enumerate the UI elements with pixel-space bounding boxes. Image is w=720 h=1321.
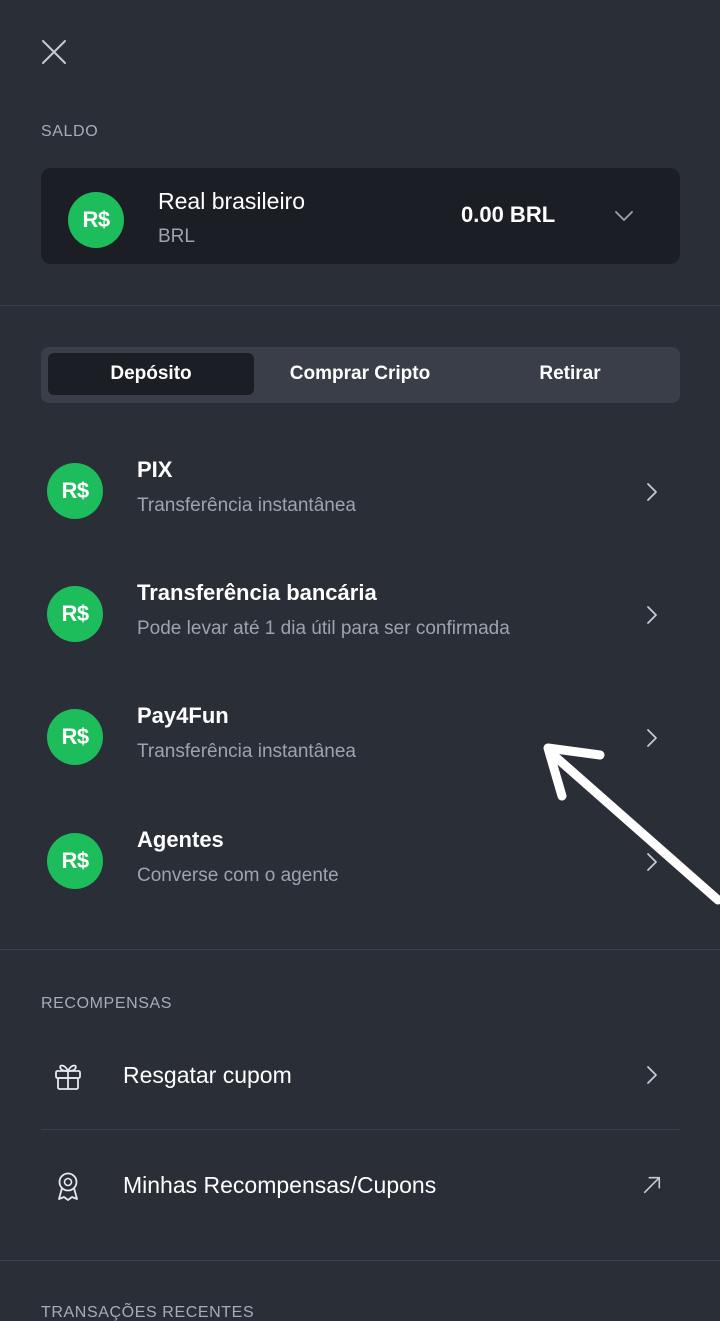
method-agentes[interactable]: R$ Agentes Converse com o agente (0, 811, 720, 911)
my-rewards-item[interactable]: Minhas Recompensas/Cupons (0, 1144, 720, 1224)
section-divider (0, 949, 720, 950)
transaction-type-tabs: Depósito Comprar Cripto Retirar (41, 347, 680, 403)
chevron-right-icon (647, 853, 657, 871)
chevron-right-icon (647, 729, 657, 747)
brl-currency-icon: R$ (68, 192, 124, 248)
tab-comprar-cripto[interactable]: Comprar Cripto (257, 353, 463, 395)
method-pix[interactable]: R$ PIX Transferência instantânea (0, 441, 720, 541)
balance-currency-selector[interactable]: R$ Real brasileiro BRL 0.00 BRL (41, 168, 680, 264)
award-icon (58, 1172, 78, 1201)
wallet-panel: SALDO R$ Real brasileiro BRL 0.00 BRL De… (0, 0, 720, 1321)
currency-code: BRL (158, 226, 195, 247)
external-arrow-icon (643, 1176, 661, 1194)
section-divider (0, 305, 720, 306)
close-icon (42, 40, 66, 64)
rewards-section-label: RECOMPENSAS (41, 995, 173, 1012)
method-transferencia-bancaria[interactable]: R$ Transferência bancária Pode levar até… (0, 564, 720, 664)
balance-section-label: SALDO (41, 123, 99, 140)
chevron-right-icon (647, 1066, 657, 1084)
brl-currency-icon: R$ (47, 463, 103, 519)
gift-icon (55, 1064, 81, 1090)
method-title: Pay4Fun (137, 703, 229, 728)
method-subtitle: Transferência instantânea (137, 741, 356, 762)
tab-deposito[interactable]: Depósito (48, 353, 254, 395)
item-divider (41, 1129, 680, 1130)
method-subtitle: Converse com o agente (137, 865, 339, 886)
method-title: PIX (137, 457, 173, 482)
tab-retirar[interactable]: Retirar (467, 353, 673, 395)
reward-label: Resgatar cupom (123, 1062, 292, 1088)
chevron-down-icon[interactable] (613, 206, 635, 226)
recent-transactions-section-label: TRANSAÇÕES RECENTES (41, 1304, 255, 1321)
balance-amount: 0.00 BRL (461, 202, 556, 227)
chevron-right-icon (647, 606, 657, 624)
section-divider (0, 1260, 720, 1261)
method-title: Transferência bancária (137, 580, 377, 605)
currency-name: Real brasileiro (158, 188, 306, 214)
redeem-coupon-item[interactable]: Resgatar cupom (0, 1034, 720, 1114)
method-pay4fun[interactable]: R$ Pay4Fun Transferência instantânea (0, 687, 720, 787)
brl-currency-icon: R$ (47, 833, 103, 889)
close-button[interactable] (38, 36, 70, 68)
method-subtitle: Pode levar até 1 dia útil para ser confi… (137, 618, 510, 639)
method-title: Agentes (137, 827, 224, 852)
brl-currency-icon: R$ (47, 709, 103, 765)
method-subtitle: Transferência instantânea (137, 495, 356, 516)
reward-label: Minhas Recompensas/Cupons (123, 1172, 437, 1198)
brl-currency-icon: R$ (47, 586, 103, 642)
chevron-right-icon (647, 483, 657, 501)
